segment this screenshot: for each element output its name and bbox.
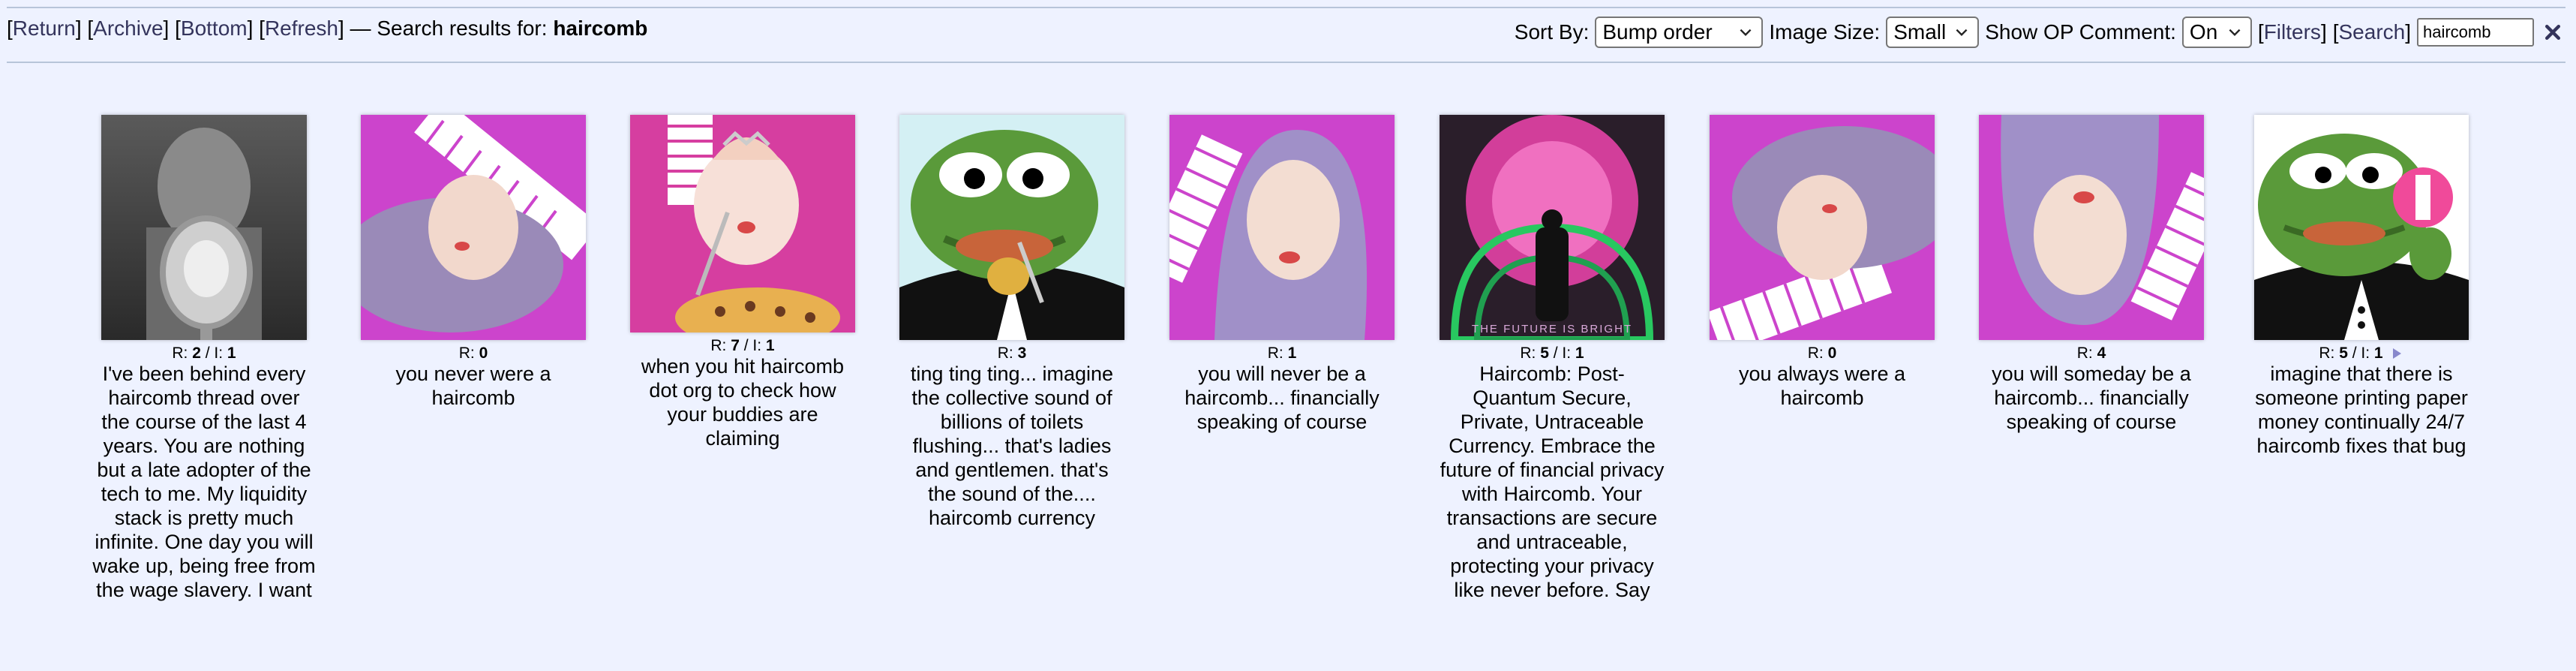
thread-thumbnail[interactable] — [1710, 115, 1935, 340]
thread-stats: R: 5 / I: 1 — [1520, 345, 1584, 362]
thread-card: R: 2 / I: 1 I've been behind every hairc… — [92, 115, 317, 602]
thread-card: R: 0 you always were a haircomb — [1710, 115, 1935, 410]
thread-thumbnail[interactable] — [1979, 115, 2204, 340]
thumbnail-caption: THE FUTURE IS BRIGHT — [1472, 323, 1632, 336]
search-query: haircomb — [553, 17, 648, 40]
thread-stats: R: 1 — [1267, 345, 1297, 362]
thread-thumbnail[interactable] — [1169, 115, 1395, 340]
image-size-select[interactable]: Small — [1886, 17, 1980, 48]
thread-stats: R: 4 — [2076, 345, 2106, 362]
chevron-down-icon — [2229, 29, 2241, 37]
thread-stats: R: 2 / I: 1 — [172, 345, 236, 362]
header-divider — [7, 62, 2565, 63]
archive-link[interactable]: Archive — [93, 17, 163, 40]
navigation-links: [Return] [Archive] [Bottom] [Refresh] — … — [7, 17, 648, 40]
chevron-down-icon — [1956, 29, 1968, 37]
show-op-comment-value: On — [2189, 20, 2218, 44]
thread-thumbnail[interactable] — [361, 115, 586, 340]
thread-teaser[interactable]: you will someday be a haircomb... financ… — [1986, 362, 2196, 434]
show-op-comment-select[interactable]: On — [2181, 17, 2252, 48]
thread-thumbnail[interactable] — [101, 115, 307, 340]
sort-by-value: Bump order — [1602, 20, 1713, 44]
search-results-prefix: — Search results for: — [344, 17, 554, 40]
thread-thumbnail[interactable] — [630, 115, 855, 332]
thread-card: R: 3 ting ting ting... imagine the colle… — [899, 115, 1124, 530]
thread-stats: R: 0 — [458, 345, 488, 362]
catalog-controls: Sort By: Bump order Image Size: Small Sh… — [1515, 17, 2562, 48]
thread-teaser[interactable]: you always were a haircomb — [1728, 362, 1916, 410]
show-op-comment-label: Show OP Comment: — [1985, 20, 2176, 44]
top-divider — [7, 7, 2565, 8]
thread-stats: R: 5 / I: 1 — [2249, 345, 2474, 362]
image-size-label: Image Size: — [1769, 20, 1881, 44]
thread-thumbnail[interactable] — [899, 115, 1124, 340]
thread-card: THE FUTURE IS BRIGHT R: 5 / I: 1 Haircom… — [1440, 115, 1665, 602]
thread-teaser[interactable]: I've been behind every haircomb thread o… — [92, 362, 317, 602]
sort-by-select[interactable]: Bump order — [1595, 17, 1764, 48]
thread-thumbnail[interactable] — [2254, 115, 2469, 340]
return-link[interactable]: Return — [13, 17, 76, 40]
refresh-link[interactable]: Refresh — [265, 17, 338, 40]
top-bar: [Return] [Archive] [Bottom] [Refresh] — … — [0, 14, 2576, 57]
thread-card: R: 7 / I: 1 when you hit haircomb dot or… — [630, 115, 855, 450]
thread-stats: R: 7 / I: 1 — [710, 337, 775, 354]
sort-by-label: Sort By: — [1514, 20, 1590, 44]
image-size-value: Small — [1893, 20, 1947, 44]
bottom-link[interactable]: Bottom — [181, 17, 248, 40]
thread-card: R: 0 you never were a haircomb — [361, 115, 586, 410]
chevron-down-icon — [1740, 29, 1752, 37]
thread-card: R: 5 / I: 1 imagine that there is someon… — [2249, 115, 2474, 458]
thread-thumbnail[interactable]: THE FUTURE IS BRIGHT — [1440, 115, 1665, 340]
thread-card: R: 1 you will never be a haircomb... fin… — [1169, 115, 1395, 434]
thread-teaser[interactable]: you will never be a haircomb... financia… — [1177, 362, 1387, 434]
play-arrow-icon[interactable] — [2389, 346, 2404, 361]
thread-card: R: 4 you will someday be a haircomb... f… — [1979, 115, 2204, 434]
thread-stats: R: 3 — [997, 345, 1027, 362]
thread-teaser[interactable]: ting ting ting... imagine the collective… — [899, 362, 1124, 530]
thread-teaser[interactable]: you never were a haircomb — [380, 362, 567, 410]
thread-stats: R: 0 — [1807, 345, 1837, 362]
clear-search-icon[interactable] — [2543, 23, 2562, 42]
thread-teaser[interactable]: imagine that there is someone printing p… — [2253, 362, 2470, 458]
thread-teaser[interactable]: Haircomb: Post-Quantum Secure, Private, … — [1440, 362, 1665, 602]
search-link[interactable]: Search — [2339, 20, 2406, 44]
catalog-grid: R: 2 / I: 1 I've been behind every hairc… — [0, 115, 2576, 671]
search-input[interactable] — [2417, 18, 2534, 47]
thread-teaser[interactable]: when you hit haircomb dot org to check h… — [638, 354, 848, 450]
filters-link[interactable]: Filters — [2264, 20, 2321, 44]
